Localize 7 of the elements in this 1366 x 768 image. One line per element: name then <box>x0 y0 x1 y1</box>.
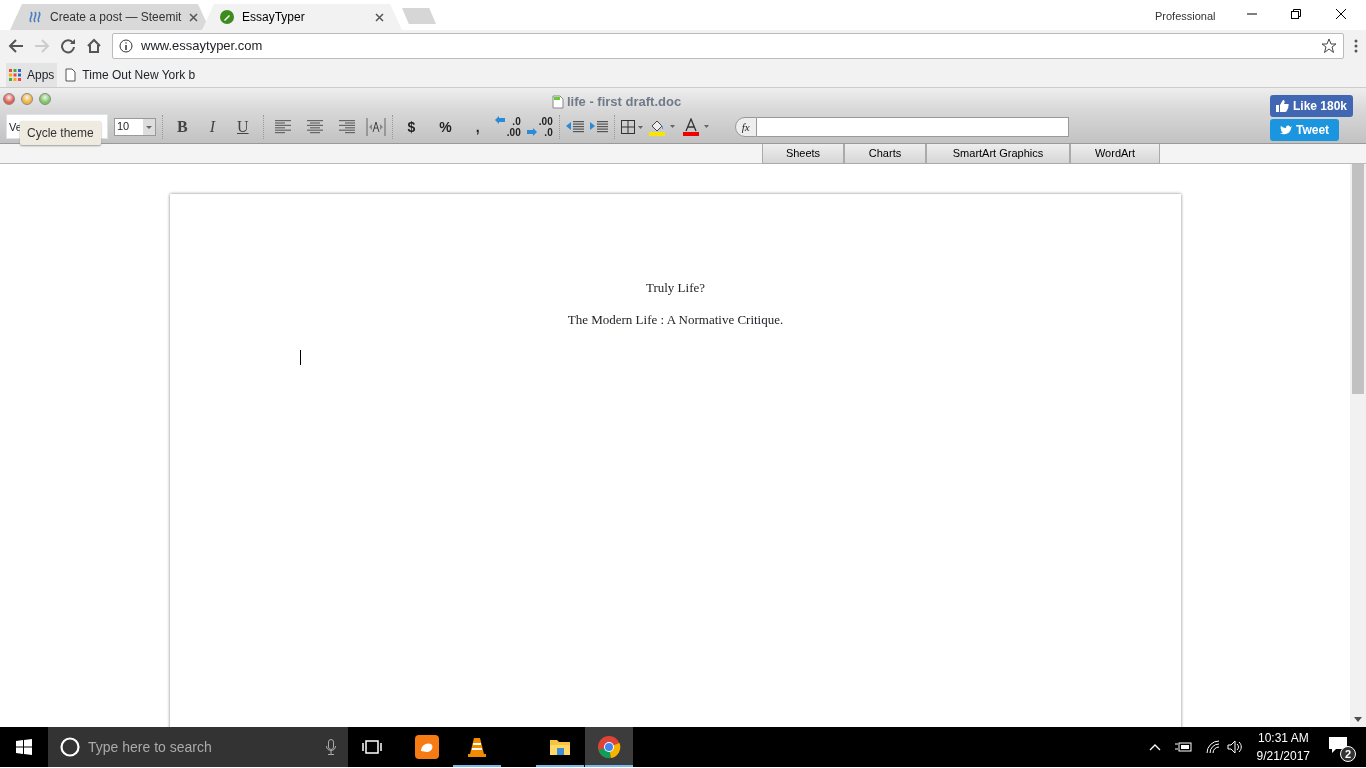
tab-title: Create a post — Steemit <box>50 9 182 26</box>
document-text: Truly Life? <box>644 279 707 297</box>
url-text: www.essaytyper.com <box>141 37 264 56</box>
document-title: life - first draft.doc <box>567 93 682 111</box>
document-text: The Modern Life : A Normative Critique. <box>566 310 785 329</box>
tab-title: EssayTyper <box>242 9 306 26</box>
theme-tooltip: Cycle theme <box>20 121 101 145</box>
